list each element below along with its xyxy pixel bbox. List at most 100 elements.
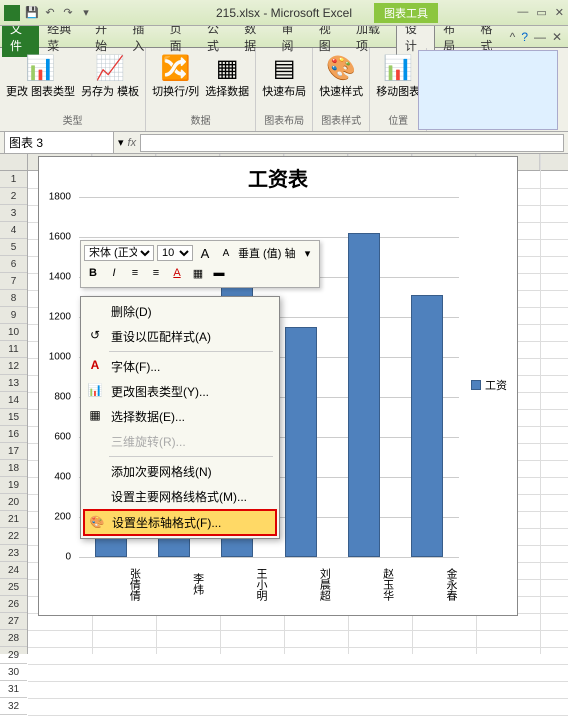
- dropdown-icon[interactable]: ▾: [298, 244, 316, 262]
- row-header[interactable]: 13: [0, 375, 27, 392]
- row-header[interactable]: 26: [0, 596, 27, 613]
- change-chart-type-button[interactable]: 📊更改 图表类型: [6, 52, 75, 99]
- y-tick: 600: [54, 432, 71, 443]
- row-header[interactable]: 17: [0, 443, 27, 460]
- move-chart-button[interactable]: 📊移动图表: [376, 52, 420, 99]
- row-header[interactable]: 28: [0, 630, 27, 647]
- shrink-font-icon[interactable]: A: [217, 244, 235, 262]
- align-button[interactable]: ≡: [126, 264, 144, 282]
- x-tick: 张倩倩: [79, 559, 142, 609]
- fill-button[interactable]: ▬: [210, 264, 228, 282]
- close-icon[interactable]: ✕: [555, 6, 564, 19]
- font-select[interactable]: 宋体 (正文): [84, 245, 154, 261]
- menu-font[interactable]: A字体(F)...: [83, 354, 277, 379]
- row-header[interactable]: 18: [0, 460, 27, 477]
- row-header[interactable]: 32: [0, 698, 27, 715]
- row-header[interactable]: 22: [0, 528, 27, 545]
- select-data-button[interactable]: ▦选择数据: [205, 52, 249, 99]
- row-header[interactable]: 31: [0, 681, 27, 698]
- row-header[interactable]: 19: [0, 477, 27, 494]
- row-header[interactable]: 8: [0, 290, 27, 307]
- fx-icon[interactable]: fx: [124, 137, 141, 149]
- rotate-icon: [87, 432, 103, 448]
- row-header[interactable]: 5: [0, 239, 27, 256]
- row-header[interactable]: 7: [0, 273, 27, 290]
- row-header[interactable]: 23: [0, 545, 27, 562]
- redo-icon[interactable]: ↷: [60, 5, 76, 21]
- font-color-button[interactable]: A: [168, 264, 186, 282]
- row-header[interactable]: 1: [0, 171, 27, 188]
- move-icon: 📊: [382, 52, 414, 84]
- menu-change-chart-type[interactable]: 📊更改图表类型(Y)...: [83, 379, 277, 404]
- y-tick: 1600: [49, 232, 71, 243]
- menu-select-data[interactable]: ▦选择数据(E)...: [83, 404, 277, 429]
- switch-rowcol-button[interactable]: 🔀切换行/列: [152, 52, 199, 99]
- minimize-ribbon-icon[interactable]: ^: [510, 30, 516, 44]
- undo-icon[interactable]: ↶: [42, 5, 58, 21]
- row-header[interactable]: 29: [0, 647, 27, 664]
- border-button[interactable]: ▦: [189, 264, 207, 282]
- chart-y-axis[interactable]: 020040060080010001200140016001800: [39, 197, 75, 557]
- excel-icon: [4, 5, 20, 21]
- menu-add-minor-gridlines[interactable]: 添加次要网格线(N): [83, 459, 277, 484]
- size-select[interactable]: 10: [157, 245, 193, 261]
- row-header[interactable]: 12: [0, 358, 27, 375]
- row-headers[interactable]: 1234567891011121314151617181920212223242…: [0, 154, 28, 654]
- row-header[interactable]: 30: [0, 664, 27, 681]
- row-header[interactable]: 25: [0, 579, 27, 596]
- save-template-button[interactable]: 📈另存为 模板: [81, 52, 139, 99]
- qat-dropdown-icon[interactable]: ▾: [78, 5, 94, 21]
- y-tick: 1200: [49, 312, 71, 323]
- doc-min-icon[interactable]: —: [534, 30, 546, 44]
- row-header[interactable]: 15: [0, 409, 27, 426]
- menu-separator: [109, 456, 273, 457]
- row-header[interactable]: 3: [0, 205, 27, 222]
- group-name-style: 图表样式: [321, 112, 361, 127]
- row-header[interactable]: 24: [0, 562, 27, 579]
- chart-bar[interactable]: [411, 295, 443, 557]
- quick-style-button[interactable]: 🎨快速样式: [319, 52, 363, 99]
- italic-button[interactable]: I: [105, 264, 123, 282]
- row-header[interactable]: 2: [0, 188, 27, 205]
- style-icon: 🎨: [325, 52, 357, 84]
- menu-format-axis[interactable]: 🎨设置坐标轴格式(F)...: [83, 509, 277, 536]
- row-header[interactable]: 10: [0, 324, 27, 341]
- grow-font-icon[interactable]: A: [196, 244, 214, 262]
- ribbon-group-style: 🎨快速样式 图表样式: [313, 48, 370, 131]
- menu-delete[interactable]: 删除(D): [83, 299, 277, 324]
- row-header[interactable]: 16: [0, 426, 27, 443]
- menu-major-gridlines-format[interactable]: 设置主要网格线格式(M)...: [83, 484, 277, 509]
- row-header[interactable]: 4: [0, 222, 27, 239]
- row-header[interactable]: 6: [0, 256, 27, 273]
- chart-legend[interactable]: 工资: [471, 377, 507, 393]
- doc-close-icon[interactable]: ✕: [552, 30, 562, 44]
- row-header[interactable]: 21: [0, 511, 27, 528]
- row-header[interactable]: 9: [0, 307, 27, 324]
- chart-x-axis[interactable]: 张倩倩李炜王小明刘晨超赵玉华金永春: [79, 559, 459, 609]
- menu-reset-style[interactable]: ↺重设以匹配样式(A): [83, 324, 277, 349]
- bold-button[interactable]: B: [84, 264, 102, 282]
- x-tick: 刘晨超: [269, 559, 332, 609]
- minimize-icon[interactable]: —: [517, 6, 528, 19]
- maximize-icon[interactable]: ▭: [536, 6, 546, 19]
- x-tick: 金永春: [396, 559, 459, 609]
- layout-icon: ▤: [268, 52, 300, 84]
- row-header[interactable]: 20: [0, 494, 27, 511]
- row-header[interactable]: 14: [0, 392, 27, 409]
- help-icon[interactable]: ?: [521, 30, 528, 44]
- chart-title[interactable]: 工资表: [39, 163, 517, 192]
- row-header[interactable]: 27: [0, 613, 27, 630]
- align2-button[interactable]: ≡: [147, 264, 165, 282]
- y-tick: 200: [54, 512, 71, 523]
- chart-bar[interactable]: [285, 327, 317, 557]
- chart-bar[interactable]: [348, 233, 380, 557]
- name-box[interactable]: 图表 3: [4, 131, 114, 154]
- quick-access-toolbar: 💾 ↶ ↷ ▾: [24, 5, 94, 21]
- chart-tools-tab: 图表工具: [374, 3, 438, 23]
- select-data-icon: ▦: [211, 52, 243, 84]
- formula-bar[interactable]: [140, 134, 564, 152]
- style-thumbnails[interactable]: [418, 50, 558, 130]
- quick-layout-button[interactable]: ▤快速布局: [262, 52, 306, 99]
- row-header[interactable]: 11: [0, 341, 27, 358]
- save-icon[interactable]: 💾: [24, 5, 40, 21]
